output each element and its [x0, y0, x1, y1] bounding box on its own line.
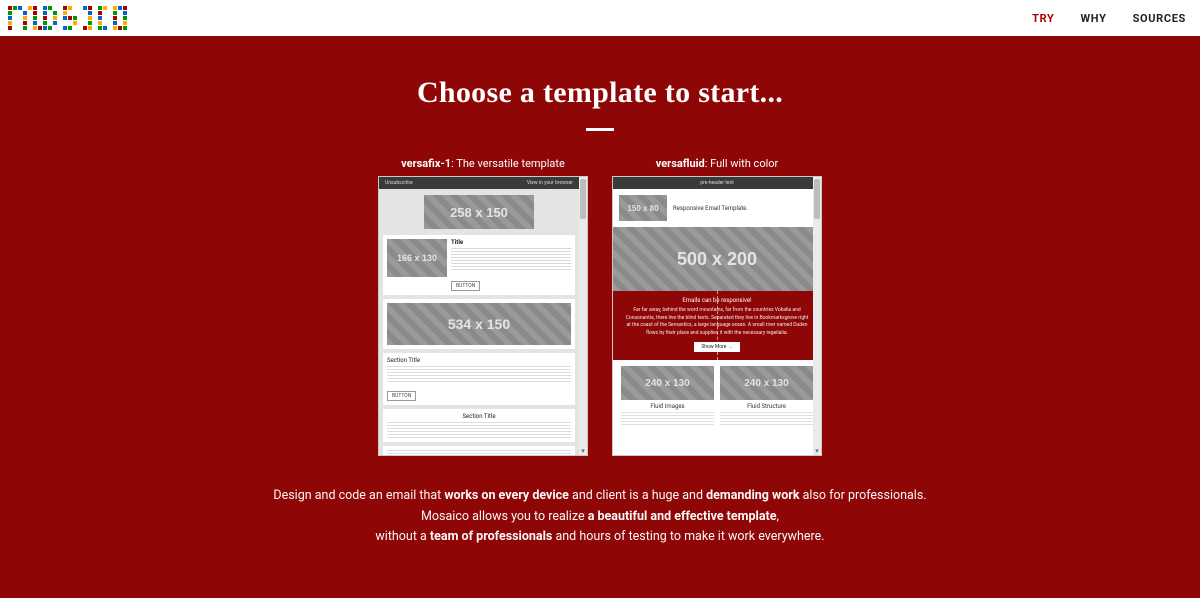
section-title: Section Title [387, 413, 571, 420]
page-title: Choose a template to start... [0, 76, 1200, 110]
placeholder-image: 534 x 150 [387, 303, 571, 345]
template-picker: versafix-1: The versatile template Unsub… [0, 157, 1200, 456]
preview-body: Emails can be responsive! Far far away, … [613, 291, 821, 360]
text-block: Title BUTTON [451, 239, 571, 291]
hero-description: Design and code an email that works on e… [0, 486, 1200, 548]
placeholder-image: 500 x 200 [613, 227, 821, 291]
scroll-down-icon: ▾ [813, 447, 821, 455]
lorem-lines [720, 412, 813, 426]
scroll-handle[interactable] [580, 179, 586, 219]
nav-why[interactable]: WHY [1081, 12, 1107, 25]
preview-section [383, 446, 575, 456]
lorem-lines [387, 450, 571, 456]
placeholder-image: 166 x 130 [387, 239, 447, 277]
lorem-lines [387, 422, 571, 438]
scrollbar[interactable]: ▴ ▾ [813, 177, 821, 455]
placeholder-image: 240 x 130 [720, 366, 813, 400]
scroll-handle[interactable] [814, 179, 820, 219]
primary-nav: TRY WHY SOURCES [1032, 12, 1186, 25]
section-title: Section Title [387, 357, 571, 364]
placeholder-image: 240 x 130 [621, 366, 714, 400]
template-caption: versafluid: Full with color [612, 157, 822, 170]
top-bar: TRY WHY SOURCES [0, 0, 1200, 36]
lorem-lines [621, 412, 714, 426]
preview-topbar: pre-header text [613, 177, 821, 189]
lorem-lines [387, 366, 571, 382]
preview-button: BUTTON [387, 391, 416, 401]
column-label: Fluid Structure [720, 403, 813, 410]
template-thumbnail: pre-header text 150 x 80 Responsive Emai… [612, 176, 822, 456]
lorem-lines [451, 248, 571, 272]
preview-section: Section Title [383, 409, 575, 442]
preview-row: 534 x 150 [383, 299, 575, 349]
template-thumbnail: Unsubscribe View in your browser 258 x 1… [378, 176, 588, 456]
preview-button: BUTTON [451, 281, 480, 291]
body-paragraph: Far far away, behind the word mountains,… [623, 307, 811, 337]
column: 240 x 130 Fluid Structure [720, 366, 813, 426]
scrollbar[interactable]: ▴ ▾ [579, 177, 587, 455]
hero-section: Choose a template to start... versafix-1… [0, 36, 1200, 598]
title-underline [586, 128, 614, 131]
template-card-versafix[interactable]: versafix-1: The versatile template Unsub… [378, 157, 588, 456]
header-text: Responsive Email Template. [673, 205, 748, 212]
scroll-down-icon: ▾ [579, 447, 587, 455]
brand-logo [8, 6, 127, 30]
preview-row: 166 x 130 Title BUTTON [383, 235, 575, 295]
placeholder-image: 258 x 150 [424, 195, 534, 229]
preview-header: 150 x 80 Responsive Email Template. [613, 189, 821, 227]
preview-section: Section Title BUTTON [383, 353, 575, 405]
nav-try[interactable]: TRY [1032, 12, 1054, 25]
column: 240 x 130 Fluid Images [621, 366, 714, 426]
block-title: Title [451, 239, 571, 246]
template-card-versafluid[interactable]: versafluid: Full with color pre-header t… [612, 157, 822, 456]
preview-topbar: Unsubscribe View in your browser [379, 177, 579, 189]
template-caption: versafix-1: The versatile template [378, 157, 588, 170]
view-browser-link: View in your browser [527, 180, 573, 186]
placeholder-image: 150 x 80 [619, 195, 667, 221]
preview-columns: 240 x 130 Fluid Images 240 x 130 Fluid S… [613, 360, 821, 432]
unsubscribe-link: Unsubscribe [385, 180, 413, 186]
nav-sources[interactable]: SOURCES [1133, 12, 1186, 25]
column-label: Fluid Images [621, 403, 714, 410]
